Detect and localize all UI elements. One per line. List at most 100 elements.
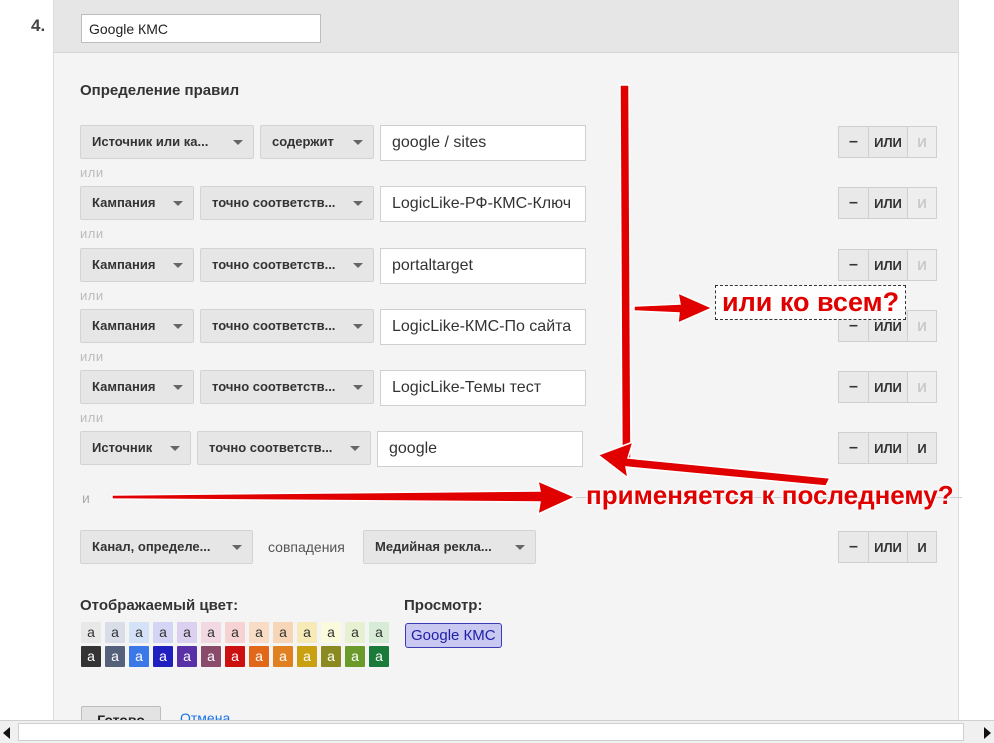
rule-value-input[interactable]: LogicLike-РФ-КМС-Ключ [380, 186, 586, 222]
color-swatch[interactable]: a [297, 646, 317, 667]
add-or-button[interactable]: ИЛИ [868, 432, 908, 464]
remove-rule-button[interactable]: – [838, 187, 869, 219]
channel-value-dropdown[interactable]: Медийная рекла... [363, 530, 536, 564]
rule-buttons: – ИЛИ И [838, 531, 937, 563]
operator-dropdown[interactable]: точно соответств... [200, 248, 374, 282]
operator-dropdown[interactable]: точно соответств... [197, 431, 371, 465]
scroll-left-icon[interactable] [3, 727, 10, 739]
segment-editor-panel: Определение правил Источник или ка... со… [53, 0, 962, 734]
color-swatch[interactable]: a [345, 622, 365, 643]
color-swatch[interactable]: a [345, 646, 365, 667]
remove-rule-button[interactable]: – [838, 249, 869, 281]
annotation-question-last: применяется к последнему? [586, 480, 954, 510]
color-swatch[interactable]: a [273, 622, 293, 643]
color-swatch[interactable]: a [249, 622, 269, 643]
add-and-button[interactable]: И [907, 371, 937, 403]
chevron-down-icon [353, 201, 363, 206]
and-separator: и [82, 490, 90, 506]
color-swatch[interactable]: a [297, 622, 317, 643]
dimension-dropdown[interactable]: Кампания [80, 309, 194, 343]
color-swatch[interactable]: a [321, 622, 341, 643]
chevron-down-icon [515, 545, 525, 550]
color-swatch[interactable]: a [369, 622, 389, 643]
color-swatch[interactable]: a [153, 622, 173, 643]
or-separator: или [80, 165, 104, 180]
color-swatch[interactable]: a [225, 646, 245, 667]
color-swatch[interactable]: a [153, 646, 173, 667]
add-and-button[interactable]: И [907, 249, 937, 281]
remove-rule-button[interactable]: – [838, 531, 869, 563]
or-separator: или [80, 288, 104, 303]
rule-value-input[interactable]: google / sites [380, 125, 586, 161]
horizontal-scrollbar[interactable] [0, 720, 994, 743]
color-swatch[interactable]: a [201, 646, 221, 667]
dimension-dropdown-label: Кампания [92, 195, 156, 210]
preview-title: Просмотр: [404, 597, 483, 614]
chevron-down-icon [170, 446, 180, 451]
add-or-button[interactable]: ИЛИ [868, 249, 908, 281]
color-swatch[interactable]: a [177, 646, 197, 667]
add-and-button[interactable]: И [907, 310, 937, 342]
scroll-right-icon[interactable] [984, 727, 991, 739]
scrollbar-thumb[interactable] [18, 723, 964, 741]
color-swatch[interactable]: a [321, 646, 341, 667]
channel-value-label: Медийная рекла... [375, 539, 492, 554]
rule-buttons: – ИЛИ И [838, 249, 937, 281]
rule-value-input[interactable]: LogicLike-Темы тест [380, 370, 586, 406]
operator-dropdown[interactable]: точно соответств... [200, 309, 374, 343]
color-swatch[interactable]: a [105, 622, 125, 643]
color-swatch[interactable]: a [81, 646, 101, 667]
rule-value-input[interactable]: LogicLike-КМС-По сайта [380, 309, 586, 345]
operator-dropdown-label: точно соответств... [212, 318, 336, 333]
dimension-dropdown[interactable]: Кампания [80, 248, 194, 282]
dimension-dropdown-label: Канал, определе... [92, 539, 211, 554]
add-or-button[interactable]: ИЛИ [868, 531, 908, 563]
channel-dimension-dropdown[interactable]: Канал, определе... [80, 530, 253, 564]
dimension-dropdown[interactable]: Кампания [80, 186, 194, 220]
rule-value-input[interactable]: portaltarget [380, 248, 586, 284]
color-swatch[interactable]: a [129, 646, 149, 667]
chevron-down-icon [233, 140, 243, 145]
add-and-button[interactable]: И [907, 531, 937, 563]
operator-dropdown[interactable]: содержит [260, 125, 374, 159]
remove-rule-button[interactable]: – [838, 126, 869, 158]
color-swatch[interactable]: a [273, 646, 293, 667]
chevron-down-icon [173, 201, 183, 206]
color-swatch[interactable]: a [129, 622, 149, 643]
operator-dropdown[interactable]: точно соответств... [200, 186, 374, 220]
color-swatch[interactable]: a [105, 646, 125, 667]
dimension-dropdown-label: Кампания [92, 257, 156, 272]
rule-buttons: – ИЛИ И [838, 126, 937, 158]
color-swatch[interactable]: a [81, 622, 101, 643]
remove-rule-button[interactable]: – [838, 432, 869, 464]
rule-value-input[interactable]: google [377, 431, 583, 467]
rule-buttons: – ИЛИ И [838, 371, 937, 403]
or-separator: или [80, 410, 104, 425]
rule-buttons: – ИЛИ И [838, 187, 937, 219]
color-swatch[interactable]: a [369, 646, 389, 667]
operator-dropdown-label: точно соответств... [212, 379, 336, 394]
chevron-down-icon [353, 324, 363, 329]
segment-name-input[interactable] [81, 14, 321, 43]
dimension-dropdown[interactable]: Кампания [80, 370, 194, 404]
color-swatches-dark: aaaaaaaaaaaaa [81, 646, 393, 667]
add-and-button[interactable]: И [907, 126, 937, 158]
dimension-dropdown[interactable]: Источник или ка... [80, 125, 254, 159]
dimension-dropdown-label: Кампания [92, 379, 156, 394]
color-swatch[interactable]: a [201, 622, 221, 643]
chevron-down-icon [173, 263, 183, 268]
add-and-button[interactable]: И [907, 187, 937, 219]
dimension-dropdown[interactable]: Источник [80, 431, 191, 465]
add-or-button[interactable]: ИЛИ [868, 126, 908, 158]
color-swatch[interactable]: a [177, 622, 197, 643]
add-and-button[interactable]: И [907, 432, 937, 464]
color-swatch[interactable]: a [249, 646, 269, 667]
operator-dropdown-label: содержит [272, 134, 334, 149]
chevron-down-icon [353, 385, 363, 390]
color-swatch[interactable]: a [225, 622, 245, 643]
remove-rule-button[interactable]: – [838, 371, 869, 403]
add-or-button[interactable]: ИЛИ [868, 371, 908, 403]
operator-dropdown[interactable]: точно соответств... [200, 370, 374, 404]
step-number: 4. [31, 16, 46, 35]
add-or-button[interactable]: ИЛИ [868, 187, 908, 219]
